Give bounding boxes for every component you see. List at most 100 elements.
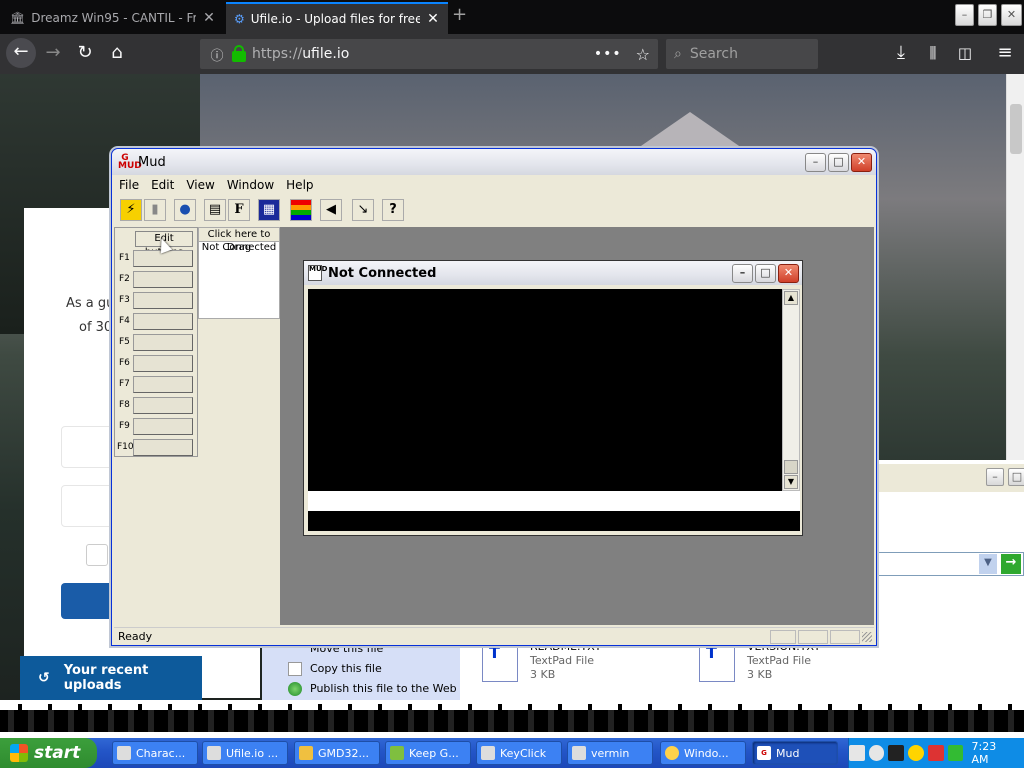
menu-help[interactable]: Help	[279, 178, 318, 192]
menu-file[interactable]: File	[112, 178, 144, 192]
task-copy[interactable]: Copy this file	[310, 662, 382, 675]
restore-browser-button[interactable]: ❐	[978, 4, 997, 26]
menu-view[interactable]: View	[179, 178, 219, 192]
world-icon[interactable]: ●	[174, 199, 196, 221]
tree-silhouette	[0, 710, 1024, 732]
start-button[interactable]: start	[0, 738, 97, 768]
recent-uploads-button[interactable]: ↺ Your recent uploads	[20, 656, 202, 700]
command-input[interactable]	[308, 511, 800, 531]
home-icon[interactable]: ⌂	[104, 42, 130, 66]
triggers-icon[interactable]: ↘	[352, 199, 374, 221]
explorer-maximize-button[interactable]: □	[1008, 468, 1024, 486]
mud-maximize-button[interactable]: □	[828, 153, 849, 172]
session-minimize-button[interactable]: –	[732, 264, 753, 283]
colors-icon[interactable]	[290, 199, 312, 221]
f4-button[interactable]	[133, 313, 193, 330]
connect-icon[interactable]: ⚡	[120, 199, 142, 221]
downloads-icon[interactable]: ⤓	[888, 42, 914, 66]
scrollbar-thumb[interactable]	[1010, 104, 1022, 154]
f5-button[interactable]	[133, 334, 193, 351]
drag-panel[interactable]: Click here to Drag Not Connected	[198, 227, 280, 319]
terminal-output[interactable]	[308, 289, 782, 491]
taskbar-button-keyclick[interactable]: KeyClick	[476, 741, 562, 765]
sidebar-icon[interactable]: ◫	[952, 42, 978, 66]
terms-checkbox[interactable]	[86, 544, 108, 566]
taskbar-button-windows[interactable]: Windo...	[660, 741, 746, 765]
status-tray-icon[interactable]	[908, 745, 924, 761]
mud-title: Mud	[138, 154, 166, 170]
forward-arrow-icon[interactable]: →	[40, 42, 66, 66]
url-bar[interactable]: ⓘ https://ufile.io ••• ☆	[200, 39, 658, 69]
task-publish[interactable]: Publish this file to the Web	[310, 682, 457, 695]
browser-tab-1[interactable]: 🏛 Dreamz Win95 - CANTIL - From ✕	[2, 2, 224, 34]
terminal-scrollbar[interactable]: ▲ ▼	[782, 289, 800, 491]
taskbar-button-charac[interactable]: Charac...	[112, 741, 198, 765]
f7-button[interactable]	[133, 376, 193, 393]
session-app-icon: MUD	[308, 265, 327, 281]
taskbar-label: Ufile.io ...	[226, 746, 279, 760]
sound-tray-icon[interactable]	[947, 745, 964, 761]
f9-button[interactable]	[133, 418, 193, 435]
explorer-titlebar: – □	[876, 464, 1024, 492]
drag-status: Not Connected	[201, 242, 277, 253]
textpad-file-icon	[699, 640, 735, 682]
help-icon[interactable]: ?	[382, 199, 404, 221]
new-tab-button[interactable]: +	[452, 4, 467, 25]
taskbar-button-keep[interactable]: Keep G...	[385, 741, 471, 765]
f3-button[interactable]	[133, 292, 193, 309]
f6-button[interactable]	[133, 355, 193, 372]
explorer-minimize-button[interactable]: –	[986, 468, 1004, 486]
info-icon[interactable]: ⓘ	[208, 45, 226, 64]
log-icon[interactable]: ▤	[204, 199, 226, 221]
taskbar-button-gmd32[interactable]: GMD32...	[294, 741, 380, 765]
mud-minimize-button[interactable]: –	[805, 153, 826, 172]
close-browser-button[interactable]: ✕	[1001, 4, 1022, 26]
taskbar-button-mud[interactable]: G Mud	[752, 741, 838, 765]
disconnect-icon[interactable]: ▮	[144, 199, 166, 221]
menu-icon[interactable]: ≡	[992, 42, 1018, 66]
arrow-tray-icon[interactable]	[868, 745, 885, 761]
close-tab-icon[interactable]: ✕	[426, 11, 440, 27]
explorer-address-bar[interactable]: ▼ →	[876, 552, 1024, 576]
f2-button[interactable]	[133, 271, 193, 288]
go-arrow-icon[interactable]: →	[1001, 554, 1021, 574]
scroll-thumb[interactable]	[784, 460, 798, 474]
minimize-browser-button[interactable]: –	[955, 4, 974, 26]
close-tab-icon[interactable]: ✕	[202, 10, 216, 26]
session-maximize-button[interactable]: □	[755, 264, 776, 283]
help-tray-icon[interactable]	[848, 745, 865, 761]
scroll-down-icon[interactable]: ▼	[784, 475, 798, 489]
mud-titlebar[interactable]: G MUD Mud – □ ✕	[112, 149, 876, 175]
scroll-up-icon[interactable]: ▲	[784, 291, 798, 305]
mud-close-button[interactable]: ✕	[851, 153, 872, 172]
back-arrow-icon[interactable]: ←	[6, 38, 36, 68]
search-bar[interactable]: ⌕ Search	[666, 39, 818, 69]
globe-icon	[288, 682, 302, 696]
session-titlebar[interactable]: MUD Not Connected – □ ✕	[304, 261, 802, 285]
app-tray-icon[interactable]	[927, 745, 944, 761]
resize-grip-icon[interactable]	[862, 632, 872, 642]
search-placeholder: Search	[689, 46, 738, 62]
page-actions-icon[interactable]: •••	[594, 46, 622, 62]
lock-icon[interactable]	[232, 44, 246, 62]
font-icon[interactable]: F	[228, 199, 250, 221]
chevron-down-icon[interactable]: ▼	[979, 554, 997, 574]
taskbar-label: Charac...	[136, 746, 186, 760]
taskbar-button-vermin[interactable]: vermin	[567, 741, 653, 765]
status-text: Ready	[118, 630, 153, 643]
f10-button[interactable]	[133, 439, 193, 456]
browser-tab-2[interactable]: ⚙ Ufile.io - Upload files for free & sh …	[226, 2, 448, 34]
session-close-button[interactable]: ✕	[778, 264, 799, 283]
library-icon[interactable]: ⫼	[920, 42, 946, 66]
sound-icon[interactable]: ◀	[320, 199, 342, 221]
menu-window[interactable]: Window	[220, 178, 279, 192]
f8-button[interactable]	[133, 397, 193, 414]
screen-icon[interactable]: ▦	[258, 199, 280, 221]
network-tray-icon[interactable]	[888, 745, 905, 761]
reload-icon[interactable]: ↻	[72, 42, 98, 66]
bookmark-star-icon[interactable]: ☆	[636, 45, 650, 64]
drag-header[interactable]: Click here to Drag	[199, 228, 279, 253]
menu-edit[interactable]: Edit	[144, 178, 179, 192]
taskbar-button-ufile[interactable]: Ufile.io ...	[202, 741, 288, 765]
clock[interactable]: 7:23 AM	[971, 740, 1016, 766]
